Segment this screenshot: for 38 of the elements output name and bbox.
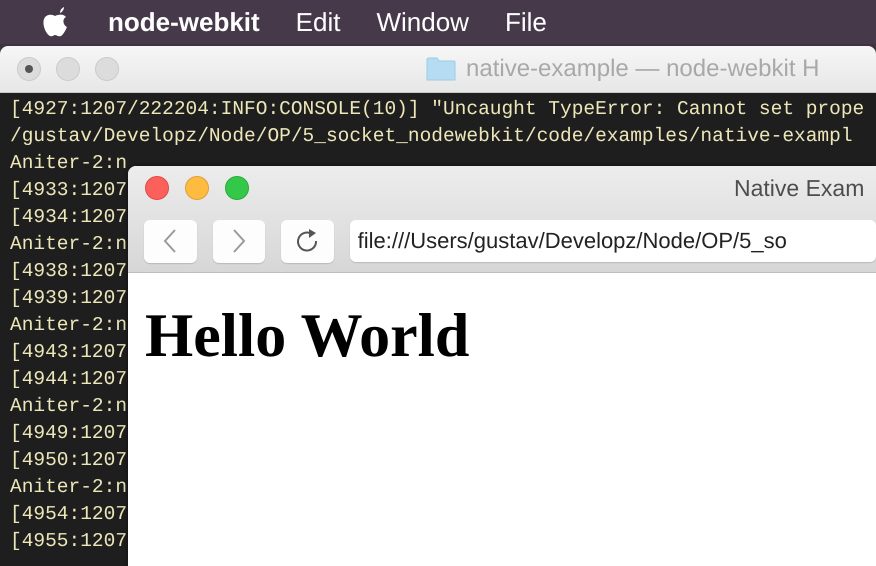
zoom-button[interactable] (95, 57, 119, 81)
terminal-line: Aniter-2:n (10, 313, 128, 338)
address-field[interactable]: file:///Users/gustav/Developz/Node/OP/5_so (350, 220, 876, 262)
window-title: native-example — node-webkit H (466, 55, 820, 83)
terminal-line: [4933:1207 (10, 178, 128, 203)
terminal-line: Aniter-2:n (10, 151, 128, 176)
terminal-line: [4943:1207 (10, 340, 128, 365)
apple-icon[interactable] (42, 7, 68, 37)
terminal-line: [4927:1207/222204:INFO:CONSOLE(10)] "Uncaught TypeError: Cannot set prope (10, 97, 864, 122)
app-menu[interactable]: node-webkit (96, 5, 278, 39)
terminal-line: [4955:1207 (10, 529, 128, 554)
window-title: Native Exam (734, 174, 864, 202)
menu-item[interactable]: Edit (278, 5, 358, 39)
terminal-line: [4950:1207 (10, 448, 128, 473)
minimize-button[interactable] (56, 57, 80, 81)
terminal-line: [4954:1207 (10, 502, 128, 527)
terminal-line: /gustav/Developz/Node/OP/5_socket_nodewebkit/code/examples/native-exampl (10, 124, 853, 149)
close-button[interactable] (145, 176, 169, 200)
terminal-line: [4938:1207 (10, 259, 128, 284)
terminal-line: Aniter-2:n (10, 394, 128, 419)
menu-item[interactable]: Window (358, 5, 487, 39)
forward-button[interactable] (212, 220, 266, 262)
page-heading: Hello World (145, 301, 470, 372)
reload-button[interactable] (281, 220, 334, 262)
terminal-line: [4939:1207 (10, 286, 128, 311)
terminal-line: [4949:1207 (10, 421, 128, 446)
back-button[interactable] (144, 220, 197, 262)
back-icon (163, 229, 178, 253)
forward-icon (232, 229, 246, 253)
minimize-button[interactable] (185, 176, 209, 200)
zoom-button[interactable] (225, 176, 249, 200)
folder-icon (426, 57, 456, 81)
terminal-line: [4944:1207 (10, 367, 128, 392)
menu-item[interactable]: File (486, 5, 565, 39)
close-button[interactable] (17, 57, 41, 81)
terminal-line: [4934:1207 (10, 205, 128, 230)
terminal-line: Aniter-2:n (10, 475, 128, 500)
terminal-line: Aniter-2:n (10, 232, 128, 257)
